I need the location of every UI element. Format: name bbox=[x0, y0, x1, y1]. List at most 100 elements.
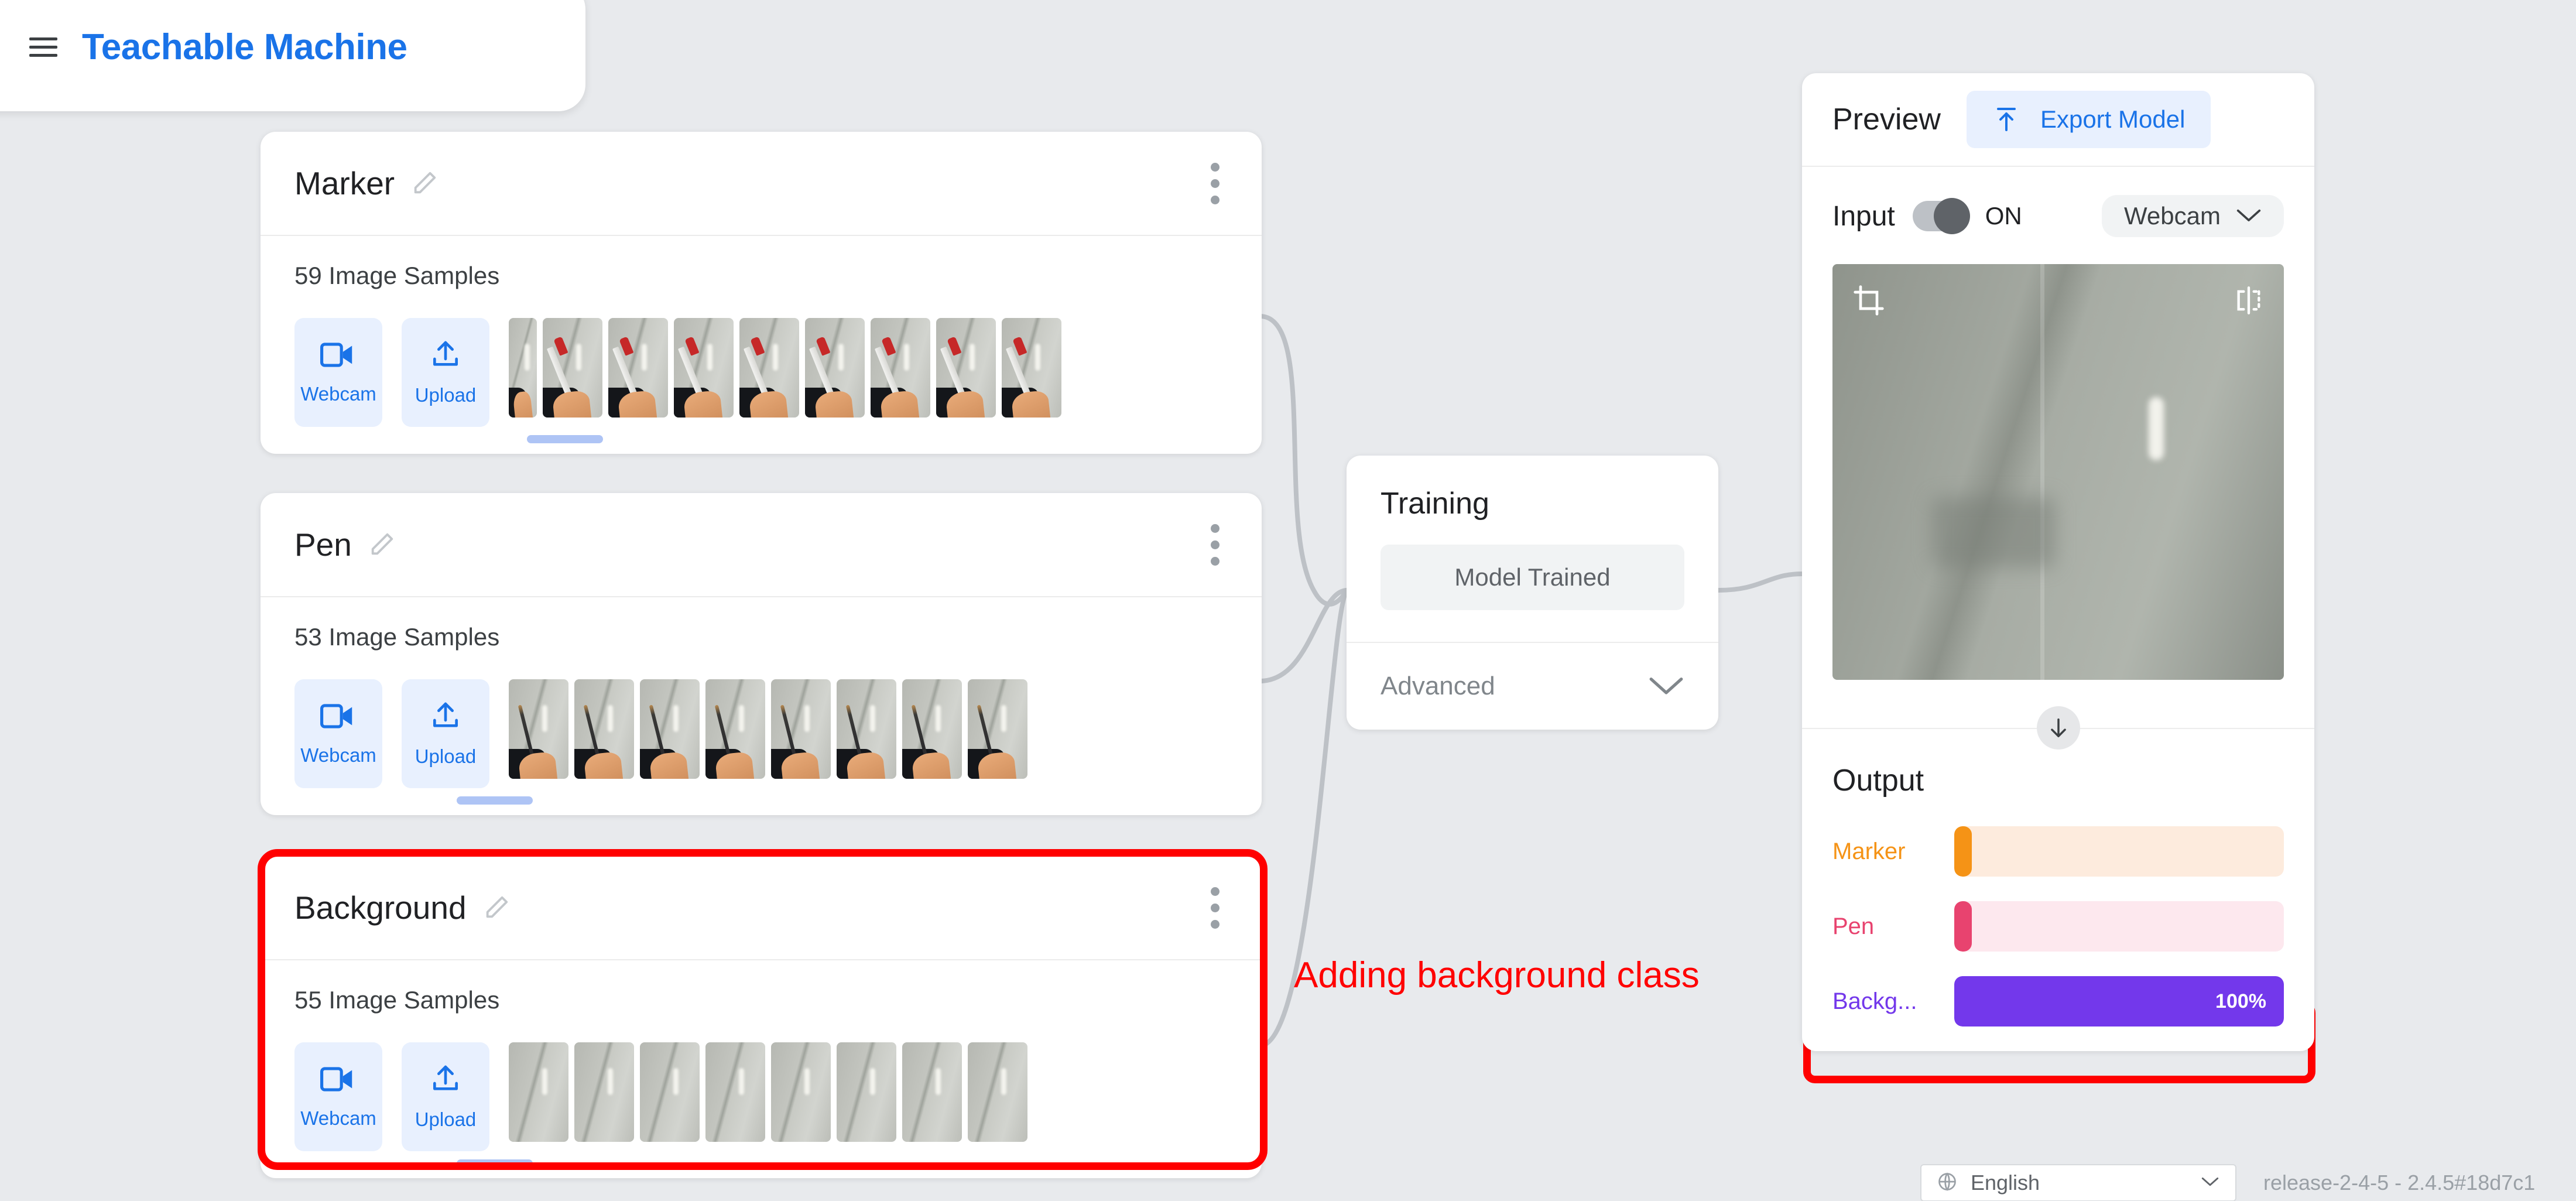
sample-thumbnail[interactable] bbox=[705, 1042, 765, 1142]
export-model-button[interactable]: Export Model bbox=[1966, 91, 2211, 148]
thumbnails-scrollbar-marker[interactable] bbox=[527, 435, 603, 443]
upload-button-background[interactable]: Upload bbox=[402, 1042, 489, 1151]
prediction-label-background: Backg... bbox=[1832, 988, 1917, 1014]
sample-thumbnail[interactable] bbox=[968, 1042, 1027, 1142]
upload-label-pen: Upload bbox=[415, 745, 477, 767]
thumbnails-scrollbar-background[interactable] bbox=[457, 1159, 533, 1168]
arrow-down-icon[interactable] bbox=[2036, 706, 2080, 750]
sample-thumbnail[interactable] bbox=[805, 318, 865, 418]
prediction-percent-background: 100% bbox=[2215, 990, 2266, 1012]
prediction-row-pen: Pen bbox=[1802, 901, 2314, 976]
class-name-background: Background bbox=[294, 889, 467, 926]
sample-thumbnail[interactable] bbox=[771, 679, 831, 779]
webcam-icon bbox=[320, 704, 352, 728]
edit-pencil-icon[interactable] bbox=[368, 531, 395, 558]
webcam-button-pen[interactable]: Webcam bbox=[294, 679, 382, 788]
flip-horizontal-icon[interactable] bbox=[2234, 284, 2264, 320]
class-header: Background bbox=[261, 856, 1262, 960]
training-title: Training bbox=[1381, 487, 1489, 521]
advanced-section-toggle[interactable]: Advanced bbox=[1347, 642, 1718, 730]
input-label: Input bbox=[1832, 200, 1895, 232]
upload-button-pen[interactable]: Upload bbox=[402, 679, 489, 788]
class-body: 55 Image Samples Webcam Upload bbox=[261, 960, 1262, 1178]
input-controls-row: Input ON Webcam bbox=[1802, 167, 2314, 237]
class-name-marker: Marker bbox=[294, 165, 395, 201]
edit-pencil-icon[interactable] bbox=[411, 170, 438, 197]
thumbnails-scrollbar-pen[interactable] bbox=[457, 796, 533, 805]
sample-thumbnail[interactable] bbox=[640, 679, 700, 779]
input-source-dropdown[interactable]: Webcam bbox=[2102, 195, 2284, 237]
class-body: 53 Image Samples Webcam Upload bbox=[261, 597, 1262, 815]
advanced-label: Advanced bbox=[1381, 672, 1495, 700]
preview-title: Preview bbox=[1832, 102, 1941, 136]
sample-count-background: 55 Image Samples bbox=[294, 986, 500, 1014]
class-options-menu-background[interactable] bbox=[1203, 879, 1228, 937]
class-header: Marker bbox=[261, 132, 1262, 236]
sample-thumbnail[interactable] bbox=[543, 318, 602, 418]
class-card-pen: Pen 53 Image Samples Webcam Upload bbox=[261, 493, 1262, 815]
scene-seam bbox=[2040, 264, 2044, 680]
sample-thumbnail[interactable] bbox=[509, 679, 568, 779]
annotation-text: Adding background class bbox=[1294, 955, 1700, 995]
prediction-label-marker: Marker bbox=[1832, 838, 1906, 864]
sample-thumbnails-marker[interactable] bbox=[509, 318, 1262, 418]
sample-thumbnail[interactable] bbox=[608, 318, 668, 418]
sample-thumbnail[interactable] bbox=[1002, 318, 1061, 418]
sample-thumbnail[interactable] bbox=[871, 318, 930, 418]
chevron-down-icon bbox=[1648, 674, 1684, 699]
sample-thumbnails-pen[interactable] bbox=[509, 679, 1262, 779]
language-selector[interactable]: English bbox=[1920, 1164, 2236, 1201]
sample-thumbnail[interactable] bbox=[574, 679, 634, 779]
prediction-row-background: Backg... 100% bbox=[1802, 976, 2314, 1051]
upload-icon bbox=[433, 341, 458, 366]
sample-thumbnail[interactable] bbox=[509, 1042, 568, 1142]
webcam-preview-wrapper bbox=[1832, 264, 2284, 680]
input-source-label: Webcam bbox=[2124, 202, 2221, 230]
chevron-down-icon bbox=[2236, 207, 2262, 225]
output-collapse-divider bbox=[1802, 693, 2314, 763]
prediction-bar-background: 100% bbox=[1954, 976, 2284, 1027]
webcam-icon bbox=[320, 343, 352, 367]
upload-button-marker[interactable]: Upload bbox=[402, 318, 489, 427]
sample-thumbnail[interactable] bbox=[674, 318, 734, 418]
app-header: Teachable Machine bbox=[0, 0, 585, 111]
class-body: 59 Image Samples Webcam Upload bbox=[261, 236, 1262, 454]
class-card-marker: Marker 59 Image Samples Webcam Upload bbox=[261, 132, 1262, 454]
class-options-menu-pen[interactable] bbox=[1203, 516, 1228, 574]
upload-model-icon bbox=[1996, 108, 2016, 131]
model-trained-button[interactable]: Model Trained bbox=[1381, 545, 1684, 610]
class-options-menu-marker[interactable] bbox=[1203, 155, 1228, 213]
sample-thumbnail[interactable] bbox=[739, 318, 799, 418]
webcam-label-pen: Webcam bbox=[300, 744, 376, 766]
upload-icon bbox=[433, 1065, 458, 1090]
edit-pencil-icon[interactable] bbox=[483, 894, 510, 921]
webcam-label-background: Webcam bbox=[300, 1107, 376, 1129]
sample-thumbnails-background[interactable] bbox=[509, 1042, 1262, 1142]
class-name-pen: Pen bbox=[294, 526, 352, 563]
toggle-knob bbox=[1933, 198, 1970, 234]
preview-header: Preview Export Model bbox=[1802, 73, 2314, 167]
webcam-preview-video[interactable] bbox=[1832, 264, 2284, 680]
sample-thumbnail[interactable] bbox=[574, 1042, 634, 1142]
upload-icon bbox=[433, 702, 458, 727]
hamburger-menu-icon[interactable] bbox=[29, 37, 57, 57]
scene-glare bbox=[2148, 397, 2164, 461]
webcam-button-background[interactable]: Webcam bbox=[294, 1042, 382, 1151]
sample-thumbnail[interactable] bbox=[509, 318, 537, 418]
sample-thumbnail[interactable] bbox=[902, 679, 962, 779]
sample-thumbnail[interactable] bbox=[771, 1042, 831, 1142]
input-toggle-switch[interactable] bbox=[1912, 198, 1970, 234]
sample-thumbnail[interactable] bbox=[837, 1042, 896, 1142]
sample-thumbnail[interactable] bbox=[936, 318, 996, 418]
sample-count-pen: 53 Image Samples bbox=[294, 623, 500, 651]
sample-thumbnail[interactable] bbox=[640, 1042, 700, 1142]
upload-label-marker: Upload bbox=[415, 384, 477, 406]
toggle-state-label: ON bbox=[1985, 202, 2022, 230]
sample-thumbnail[interactable] bbox=[705, 679, 765, 779]
sample-thumbnail[interactable] bbox=[837, 679, 896, 779]
sample-count-marker: 59 Image Samples bbox=[294, 262, 500, 289]
sample-thumbnail[interactable] bbox=[902, 1042, 962, 1142]
webcam-button-marker[interactable]: Webcam bbox=[294, 318, 382, 427]
crop-icon[interactable] bbox=[1852, 284, 1885, 320]
sample-thumbnail[interactable] bbox=[968, 679, 1027, 779]
